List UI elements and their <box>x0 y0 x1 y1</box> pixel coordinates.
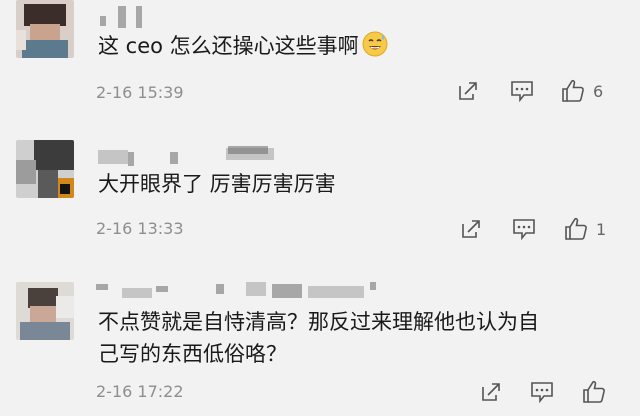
thumbs-up-icon <box>562 79 584 102</box>
comment-text: 大开眼界了 厉害厉害厉害 <box>98 172 336 196</box>
avatar[interactable] <box>16 140 74 198</box>
avatar[interactable] <box>16 0 74 58</box>
comment-item: 大开眼界了 厉害厉害厉害 2-16 13:33 1 <box>0 118 640 258</box>
comment-reply-icon <box>511 81 533 102</box>
avatar[interactable] <box>16 282 74 340</box>
share-icon <box>482 383 500 401</box>
sweat-smile-emoji <box>361 30 389 67</box>
thumbs-up-icon <box>583 380 605 403</box>
share-icon <box>462 220 480 238</box>
reply-button[interactable] <box>530 381 554 403</box>
like-button[interactable] <box>582 380 606 404</box>
comment-reply-icon <box>531 382 553 403</box>
like-button[interactable]: 1 <box>564 217 606 241</box>
comment-text: 这 ceo 怎么还操心这些事啊 <box>98 30 618 67</box>
reply-button[interactable] <box>510 80 534 102</box>
comment-reply-icon <box>513 219 535 240</box>
comment-item: 这 ceo 怎么还操心这些事啊 2-16 15:39 6 <box>0 0 640 118</box>
share-button[interactable] <box>480 381 502 403</box>
comment-text-line: 不点赞就是自恃清高？那反过来理解他也认为自 <box>98 310 539 334</box>
username-blurred[interactable] <box>96 278 386 300</box>
username-blurred[interactable] <box>98 144 278 166</box>
comment-timestamp: 2-16 15:39 <box>96 83 184 102</box>
share-button[interactable] <box>457 80 479 102</box>
username-blurred[interactable] <box>100 6 160 28</box>
like-count: 1 <box>596 219 607 239</box>
comment-item: 不点赞就是自恃清高？那反过来理解他也认为自 己写的东西低俗咯？ 2-16 17:… <box>0 258 640 416</box>
reply-button[interactable] <box>512 218 536 240</box>
comment-text: 不点赞就是自恃清高？那反过来理解他也认为自 己写的东西低俗咯？ <box>98 306 618 370</box>
comment-timestamp: 2-16 13:33 <box>96 219 184 238</box>
comment-text-line: 己写的东西低俗咯？ <box>98 342 287 366</box>
share-icon <box>459 82 477 100</box>
comment-timestamp: 2-16 17:22 <box>96 382 184 401</box>
share-button[interactable] <box>460 218 482 240</box>
like-button[interactable]: 6 <box>561 79 603 103</box>
like-count: 6 <box>593 81 604 101</box>
thumbs-up-icon <box>565 217 587 240</box>
